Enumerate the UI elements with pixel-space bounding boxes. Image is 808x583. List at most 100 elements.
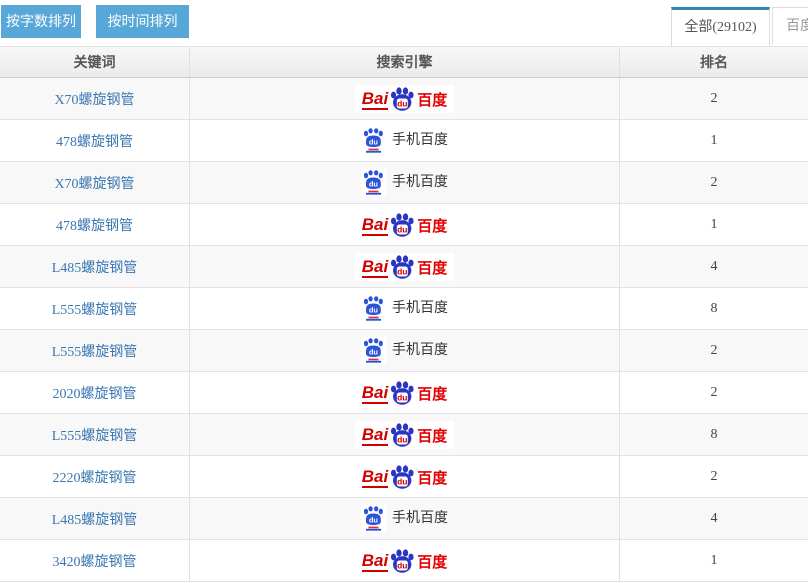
tab-baidu[interactable]: 百度 — [772, 7, 808, 44]
search-engine-cell: Bai du 百度 — [190, 456, 620, 497]
mobile-baidu-app-icon: du — [361, 127, 386, 154]
keyword-link[interactable]: 478螺旋钢管 — [56, 131, 133, 151]
keyword-link[interactable]: L485螺旋钢管 — [52, 257, 138, 277]
header-search-engine: 搜索引擎 — [190, 47, 620, 77]
svg-text:du: du — [397, 224, 407, 234]
keyword-cell: L555螺旋钢管 — [0, 414, 190, 455]
search-engine-cell: Bai du 百度 — [190, 204, 620, 245]
rank-cell: 8 — [620, 288, 808, 329]
rank-cell: 2 — [620, 372, 808, 413]
keyword-cell: X70螺旋钢管 — [0, 78, 190, 119]
svg-text:du: du — [369, 516, 379, 525]
keyword-link[interactable]: 478螺旋钢管 — [56, 215, 133, 235]
svg-text:du: du — [369, 348, 379, 357]
keyword-cell: 3420螺旋钢管 — [0, 540, 190, 581]
baidu-paw-icon: du — [389, 255, 415, 279]
rank-cell: 8 — [620, 414, 808, 455]
keyword-cell: 2220螺旋钢管 — [0, 456, 190, 497]
keyword-cell: L485螺旋钢管 — [0, 246, 190, 287]
mobile-baidu-app-icon: du — [361, 169, 386, 196]
svg-text:du: du — [369, 138, 379, 147]
svg-text:du: du — [397, 434, 407, 444]
search-engine-cell: Bai du 百度 — [190, 78, 620, 119]
baidu-paw-icon: du — [389, 87, 415, 111]
mobile-baidu-label: 手机百度 — [392, 176, 448, 190]
keyword-link[interactable]: L555螺旋钢管 — [52, 425, 138, 445]
keyword-link[interactable]: L555螺旋钢管 — [52, 341, 138, 361]
mobile-baidu-app-icon: du — [361, 295, 386, 322]
search-engine-cell: du 手机百度 — [190, 120, 620, 161]
rank-value: 1 — [711, 133, 718, 149]
svg-text:du: du — [397, 98, 407, 108]
table-row: 478螺旋钢管 Bai du 百度 1 — [0, 204, 808, 246]
baidu-logo-cn-text: 百度 — [417, 472, 447, 487]
sort-by-time-button[interactable]: 按时间排列 — [96, 5, 189, 38]
baidu-logo-bai-text: Bai — [362, 90, 388, 110]
svg-text:du: du — [369, 306, 379, 315]
baidu-logo-bai-text: Bai — [362, 468, 388, 488]
table-body: X70螺旋钢管 Bai du 百度 2 478螺旋钢管 — [0, 78, 808, 582]
svg-text:du: du — [397, 476, 407, 486]
mobile-baidu-logo: du 手机百度 — [361, 127, 448, 154]
baidu-logo-cn-text: 百度 — [417, 430, 447, 445]
mobile-baidu-logo: du 手机百度 — [361, 295, 448, 322]
keyword-link[interactable]: X70螺旋钢管 — [54, 173, 134, 193]
search-engine-cell: du 手机百度 — [190, 498, 620, 539]
baidu-logo-cn-text: 百度 — [417, 556, 447, 571]
keyword-link[interactable]: 2220螺旋钢管 — [53, 467, 137, 487]
baidu-pc-logo: Bai du 百度 — [355, 85, 454, 113]
baidu-logo-cn-text: 百度 — [417, 94, 447, 109]
keyword-link[interactable]: L485螺旋钢管 — [52, 509, 138, 529]
baidu-paw-icon: du — [389, 213, 415, 237]
baidu-paw-icon: du — [389, 423, 415, 447]
baidu-paw-icon: du — [389, 465, 415, 489]
keyword-link[interactable]: 2020螺旋钢管 — [53, 383, 137, 403]
toolbar: 按字数排列 按时间排列 全部(29102) 百度 — [0, 0, 808, 46]
keyword-cell: 478螺旋钢管 — [0, 120, 190, 161]
table-header-row: 关键词 搜索引擎 排名 — [0, 46, 808, 78]
rank-cell: 4 — [620, 498, 808, 539]
baidu-logo-cn-text: 百度 — [417, 220, 447, 235]
rank-value: 8 — [711, 301, 718, 317]
search-engine-cell: du 手机百度 — [190, 162, 620, 203]
baidu-logo-cn-text: 百度 — [417, 388, 447, 403]
rank-cell: 1 — [620, 540, 808, 581]
mobile-baidu-label: 手机百度 — [392, 512, 448, 526]
baidu-logo-bai-text: Bai — [362, 426, 388, 446]
table-row: L555螺旋钢管 du 手机百度 8 — [0, 288, 808, 330]
rank-value: 2 — [711, 385, 718, 401]
keyword-cell: L485螺旋钢管 — [0, 498, 190, 539]
rank-report-page: 按字数排列 按时间排列 全部(29102) 百度 关键词 搜索引擎 排名 X70… — [0, 0, 808, 583]
rank-cell: 1 — [620, 120, 808, 161]
baidu-paw-icon: du — [389, 381, 415, 405]
table-row: L555螺旋钢管 du 手机百度 2 — [0, 330, 808, 372]
svg-text:du: du — [397, 560, 407, 570]
rank-value: 4 — [711, 511, 718, 527]
baidu-pc-logo: Bai du 百度 — [355, 547, 454, 575]
mobile-baidu-app-icon: du — [361, 505, 386, 532]
keyword-link[interactable]: 3420螺旋钢管 — [53, 551, 137, 571]
keyword-link[interactable]: L555螺旋钢管 — [52, 299, 138, 319]
header-keyword: 关键词 — [0, 47, 190, 77]
mobile-baidu-logo: du 手机百度 — [361, 169, 448, 196]
svg-text:du: du — [397, 392, 407, 402]
table-row: X70螺旋钢管 du 手机百度 2 — [0, 162, 808, 204]
table-row: 478螺旋钢管 du 手机百度 1 — [0, 120, 808, 162]
baidu-logo-bai-text: Bai — [362, 384, 388, 404]
mobile-baidu-label: 手机百度 — [392, 134, 448, 148]
baidu-logo-cn-text: 百度 — [417, 262, 447, 277]
rank-value: 2 — [711, 91, 718, 107]
mobile-baidu-logo: du 手机百度 — [361, 505, 448, 532]
keyword-link[interactable]: X70螺旋钢管 — [54, 89, 134, 109]
rank-cell: 4 — [620, 246, 808, 287]
keyword-cell: 2020螺旋钢管 — [0, 372, 190, 413]
baidu-pc-logo: Bai du 百度 — [355, 463, 454, 491]
rank-value: 8 — [711, 427, 718, 443]
header-rank: 排名 — [620, 47, 808, 77]
sort-by-wordcount-button[interactable]: 按字数排列 — [1, 5, 81, 38]
search-engine-cell: Bai du 百度 — [190, 246, 620, 287]
keyword-cell: 478螺旋钢管 — [0, 204, 190, 245]
svg-text:du: du — [369, 180, 379, 189]
search-engine-cell: du 手机百度 — [190, 288, 620, 329]
tab-all[interactable]: 全部(29102) — [671, 7, 770, 46]
